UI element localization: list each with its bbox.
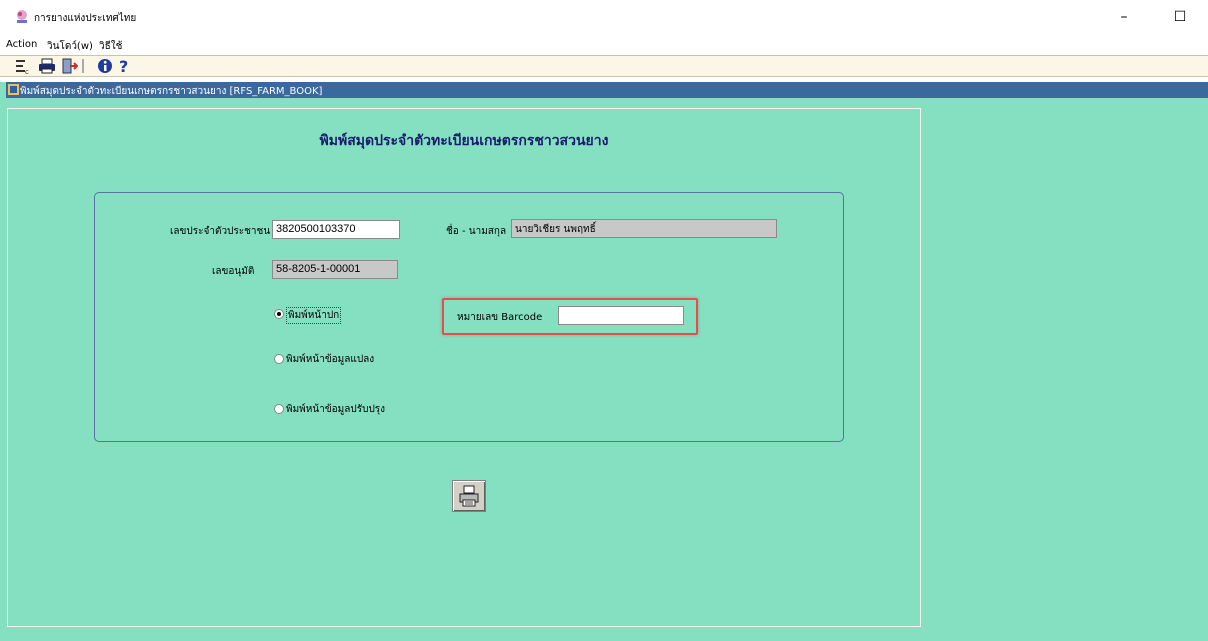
exit-icon[interactable] [60,57,78,75]
form-icon [8,84,19,95]
help-icon[interactable]: ? [116,57,134,75]
window-title-bar: การยางแห่งประเทศไทย – ☐ [0,0,1208,34]
radio-print-update[interactable] [274,404,284,414]
svg-text:?: ? [119,57,128,75]
barcode-input[interactable] [558,306,684,325]
full-name-field: นายวิเชียร นพฤทธิ์ [511,219,777,238]
barcode-label: หมายเลข Barcode [457,312,543,323]
permit-number-field: 58-8205-1-00001 [272,260,398,279]
child-window-title-bar: พิมพ์สมุดประจำตัวทะเบียนเกษตรกรชาวสวนยาง… [6,82,1208,98]
toolbar: c ? [0,55,1208,77]
form-heading: พิมพ์สมุดประจำตัวทะเบียนเกษตรกรชาวสวนยาง [319,133,609,149]
menu-bar: Action วินโดว์(w) วิธีใช้ [0,36,1208,54]
app-logo-icon [17,10,27,23]
radio-print-plot-label[interactable]: พิมพ์หน้าข้อมูลแปลง [286,352,374,367]
permit-number-label: เลขอนุมัติ [212,266,255,277]
citizen-id-field[interactable]: 3820500103370 [272,220,400,239]
menu-action[interactable]: Action [6,39,37,50]
print-button[interactable] [452,480,486,512]
printer-icon [459,485,479,507]
citizen-id-label: เลขประจำตัวประชาชน [170,226,271,237]
radio-print-cover[interactable] [274,309,284,319]
sort-icon[interactable]: c [14,57,32,75]
full-name-label: ชื่อ - นามสกุล [446,226,507,237]
menu-help[interactable]: วิธีใช้ [99,39,122,54]
window-title: การยางแห่งประเทศไทย [34,13,137,24]
svg-text:c: c [25,68,29,75]
child-window-title: พิมพ์สมุดประจำตัวทะเบียนเกษตรกรชาวสวนยาง… [20,86,323,97]
menu-window[interactable]: วินโดว์(w) [47,39,93,54]
radio-print-plot[interactable] [274,354,284,364]
info-icon[interactable] [96,57,114,75]
minimize-button[interactable]: – [1112,6,1136,28]
toolbar-separator [82,59,84,73]
radio-print-cover-label[interactable]: พิมพ์หน้าปก [286,307,342,324]
radio-print-update-label[interactable]: พิมพ์หน้าข้อมูลปรับปรุง [286,402,385,417]
printer-icon[interactable] [38,57,56,75]
maximize-button[interactable]: ☐ [1168,6,1192,28]
